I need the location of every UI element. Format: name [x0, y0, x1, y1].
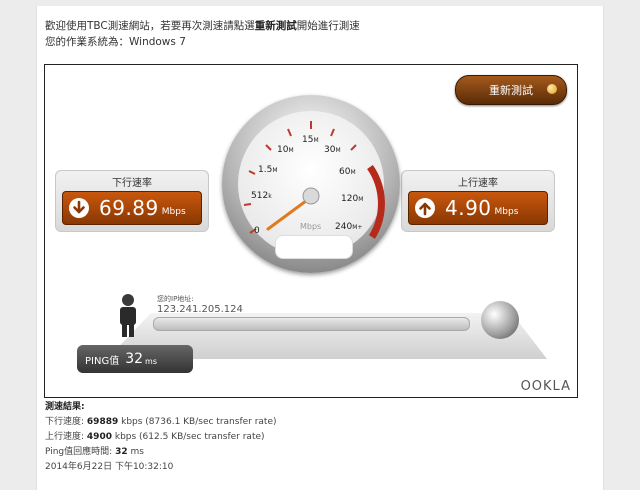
intro-prefix: 歡迎使用TBC測速網站，若要再次測速請點選 — [45, 20, 255, 32]
os-info: 您的作業系統為：Windows 7 — [45, 36, 186, 48]
user-icon — [120, 294, 136, 337]
result-ping-unit: ms — [130, 447, 144, 457]
intro-restart-hint: 重新測試 — [254, 20, 297, 32]
download-unit: Mbps — [161, 206, 186, 217]
ping-unit: ms — [145, 356, 158, 366]
network-connection-bar — [153, 317, 470, 331]
gauge-readout — [275, 235, 353, 259]
upload-unit: Mbps — [494, 206, 519, 217]
gauge-label-15m-unit: M — [313, 137, 319, 144]
download-arrow-icon — [69, 198, 89, 218]
ping-box: PING值 32 ms — [77, 345, 193, 373]
gauge-label-120m: 120M — [341, 194, 363, 204]
restart-test-button[interactable]: 重新測試 — [455, 75, 567, 105]
result-upload-rate: kbps (612.5 KB/sec transfer rate) — [114, 432, 265, 442]
ping-value: 32 — [125, 351, 144, 367]
gauge-label-240m-value: 240 — [335, 222, 353, 232]
gauge-label-30m: 30M — [324, 145, 341, 155]
gauge-unit-label: Mbps — [300, 222, 322, 231]
gauge-label-60m-value: 60 — [339, 167, 351, 177]
upload-value: 4.90 — [445, 196, 492, 220]
result-ping-row: Ping值回應時間: 32 ms — [45, 445, 277, 460]
ping-label: PING值 — [85, 355, 120, 367]
gauge-label-512k-value: 512 — [251, 191, 269, 201]
result-timestamp: 2014年6月22日 下午10:32:10 — [45, 462, 174, 472]
globe-icon — [481, 301, 519, 339]
result-ping-label: Ping值回應時間: — [45, 447, 113, 457]
gauge-label-15m-value: 15 — [302, 135, 314, 145]
restart-test-label: 重新測試 — [489, 84, 533, 97]
restart-indicator-icon — [547, 84, 557, 94]
upload-label: 上行速率 — [458, 178, 498, 189]
result-ping-value: 32 — [115, 447, 128, 457]
download-label: 下行速率 — [112, 178, 152, 189]
gauge-label-120m-value: 120 — [341, 194, 359, 204]
gauge-label-10m-unit: M — [288, 147, 294, 154]
gauge-label-0: 0 — [254, 226, 260, 236]
gauge-label-60m-unit: M — [350, 169, 356, 176]
upload-value-box: 4.90 Mbps — [408, 191, 548, 225]
upload-arrow-icon — [415, 198, 435, 218]
results-section: 測速結果: 下行速度: 69889 kbps (8736.1 KB/sec tr… — [45, 400, 277, 475]
gauge-label-512k: 512k — [251, 191, 272, 201]
gauge-label-240m-unit: M+ — [352, 224, 363, 231]
gauge-label-240m: 240M+ — [335, 222, 362, 232]
gauge-label-10m: 10M — [277, 145, 294, 155]
speedtest-panel: 重新測試 下行速率 69.89 Mbps 上行速率 4.90 Mbps 0 51… — [44, 64, 578, 398]
gauge-label-1-5m: 1.5M — [258, 165, 278, 175]
result-upload-value: 4900 — [86, 432, 112, 442]
ookla-logo: OOKLA — [520, 379, 571, 394]
gauge-ticks — [243, 121, 357, 234]
result-download-rate: kbps (8736.1 KB/sec transfer rate) — [121, 417, 277, 427]
result-download-row: 下行速度: 69889 kbps (8736.1 KB/sec transfer… — [45, 415, 277, 430]
result-upload-row: 上行速度: 4900 kbps (612.5 KB/sec transfer r… — [45, 430, 277, 445]
gauge-label-30m-value: 30 — [324, 145, 336, 155]
gauge-label-120m-unit: M — [358, 196, 364, 203]
gauge-red-zone — [367, 165, 385, 239]
intro-text: 歡迎使用TBC測速網站，若要再次測速請點選重新測試開始進行測速 您的作業系統為：… — [45, 18, 360, 50]
download-value: 69.89 — [99, 196, 159, 220]
intro-suffix: 開始進行測速 — [296, 20, 360, 32]
intro-line-1: 歡迎使用TBC測速網站，若要再次測速請點選重新測試開始進行測速 — [45, 18, 360, 34]
gauge-label-512k-unit: k — [268, 193, 272, 200]
gauge-label-15m: 15M — [302, 135, 319, 145]
ip-address: 123.241.205.124 — [157, 304, 243, 315]
download-value-box: 69.89 Mbps — [62, 191, 202, 225]
ip-label: 您的IP地址: — [157, 295, 194, 303]
gauge-label-60m: 60M — [339, 167, 356, 177]
upload-rate-box: 上行速率 4.90 Mbps — [401, 170, 555, 232]
gauge-label-1-5m-unit: M — [272, 167, 278, 174]
result-download-label: 下行速度: — [45, 417, 85, 427]
result-download-value: 69889 — [86, 417, 119, 427]
gauge-label-1-5m-value: 1.5 — [258, 165, 273, 175]
result-upload-label: 上行速度: — [45, 432, 85, 442]
gauge-label-10m-value: 10 — [277, 145, 289, 155]
gauge-label-30m-unit: M — [335, 147, 341, 154]
page-container: 歡迎使用TBC測速網站，若要再次測速請點選重新測試開始進行測速 您的作業系統為：… — [36, 6, 604, 490]
results-heading: 測速結果: — [45, 402, 85, 412]
gauge-hub — [302, 187, 320, 205]
download-rate-box: 下行速率 69.89 Mbps — [55, 170, 209, 232]
